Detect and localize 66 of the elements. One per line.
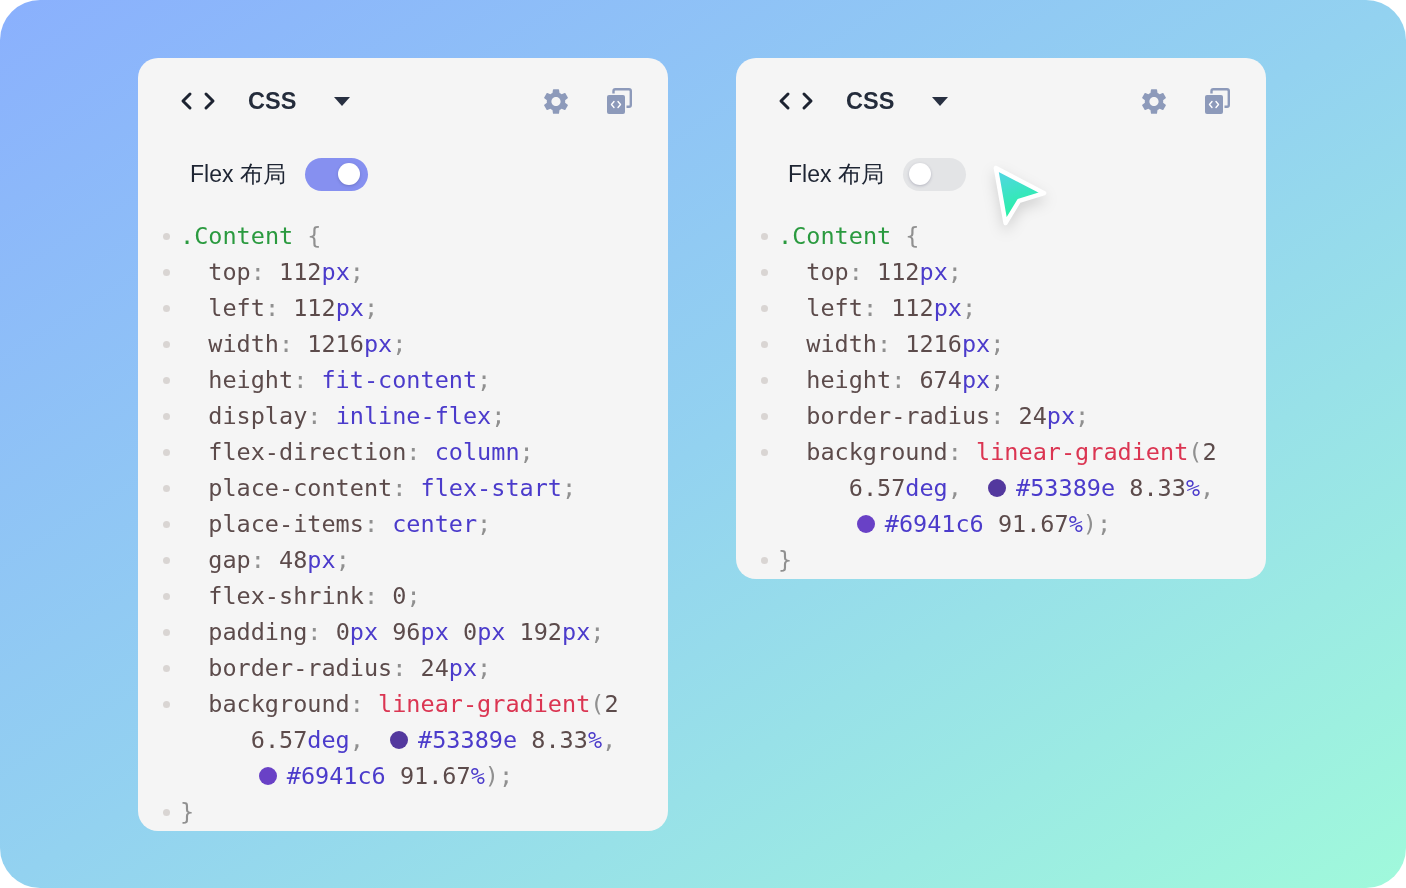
line-bullet-icon <box>162 520 170 528</box>
toggle-switch[interactable] <box>304 157 368 191</box>
toggle-label: Flex 布局 <box>788 159 884 189</box>
line-bullet-icon <box>162 484 170 492</box>
code-line: height: 674px; <box>806 365 1005 395</box>
line-bullet-icon <box>162 232 170 240</box>
line-bullet-icon <box>162 808 170 816</box>
code-line: border-radius: 24px; <box>806 401 1090 431</box>
line-bullet-icon <box>162 340 170 348</box>
toggle-label: Flex 布局 <box>190 159 286 189</box>
toggle-switch[interactable] <box>902 157 966 191</box>
code-line: #53389e 8.33%, <box>1016 473 1215 503</box>
line-bullet-icon <box>162 628 170 636</box>
code-line: } <box>778 545 793 575</box>
code-line: width: 1216px; <box>806 329 1005 359</box>
line-bullet-icon <box>760 304 768 312</box>
language-dropdown[interactable]: CSS <box>248 86 351 116</box>
code-line: #53389e 8.33%, <box>418 725 617 755</box>
code-line: } <box>180 797 195 827</box>
caret-down-icon <box>334 96 351 106</box>
code-line: border-radius: 24px; <box>208 653 492 683</box>
code-line: top: 112px; <box>806 257 962 287</box>
line-bullet-icon <box>162 448 170 456</box>
code-line: left: 112px; <box>806 293 977 323</box>
line-bullet-icon <box>760 412 768 420</box>
code-line: display: inline-flex; <box>208 401 506 431</box>
code-line: left: 112px; <box>208 293 379 323</box>
code-line: padding: 0px 96px 0px 192px; <box>208 617 605 647</box>
line-bullet-icon <box>162 664 170 672</box>
line-bullet-icon <box>760 268 768 276</box>
code-line: width: 1216px; <box>208 329 407 359</box>
line-bullet-icon <box>760 232 768 240</box>
code-line: background: linear-gradient(2 <box>806 437 1217 467</box>
settings-icon[interactable] <box>1142 88 1166 114</box>
line-bullet-icon <box>760 340 768 348</box>
code-line: height: fit-content; <box>208 365 492 395</box>
line-bullet-icon <box>162 556 170 564</box>
code-line: background: linear-gradient(2 <box>208 689 619 719</box>
code-line: #6941c6 91.67%); <box>884 509 1112 539</box>
code-line: top: 112px; <box>208 257 364 287</box>
line-bullet-icon <box>162 268 170 276</box>
code-line: #6941c6 91.67%); <box>286 761 514 791</box>
language-dropdown[interactable]: CSS <box>846 86 949 116</box>
line-bullet-icon <box>760 448 768 456</box>
code-line: flex-direction: column; <box>208 437 534 467</box>
code-line: place-items: center; <box>208 509 492 539</box>
code-brackets-icon <box>778 91 814 111</box>
code-line: flex-shrink: 0; <box>208 581 421 611</box>
line-bullet-icon <box>162 304 170 312</box>
line-bullet-icon <box>162 412 170 420</box>
code-line: place-content: flex-start; <box>208 473 577 503</box>
caret-down-icon <box>932 96 949 106</box>
copy-code-icon[interactable] <box>1205 88 1230 114</box>
line-bullet-icon <box>162 592 170 600</box>
code-line: .Content { <box>778 221 920 251</box>
line-bullet-icon <box>760 556 768 564</box>
settings-icon[interactable] <box>544 88 568 114</box>
line-bullet-icon <box>162 700 170 708</box>
code-line: .Content { <box>180 221 322 251</box>
line-bullet-icon <box>760 376 768 384</box>
code-brackets-icon <box>180 91 216 111</box>
line-bullet-icon <box>162 376 170 384</box>
code-line: 6.57deg, <box>848 473 962 503</box>
code-line: 6.57deg, <box>250 725 364 755</box>
code-line: gap: 48px; <box>208 545 350 575</box>
copy-code-icon[interactable] <box>607 88 632 114</box>
